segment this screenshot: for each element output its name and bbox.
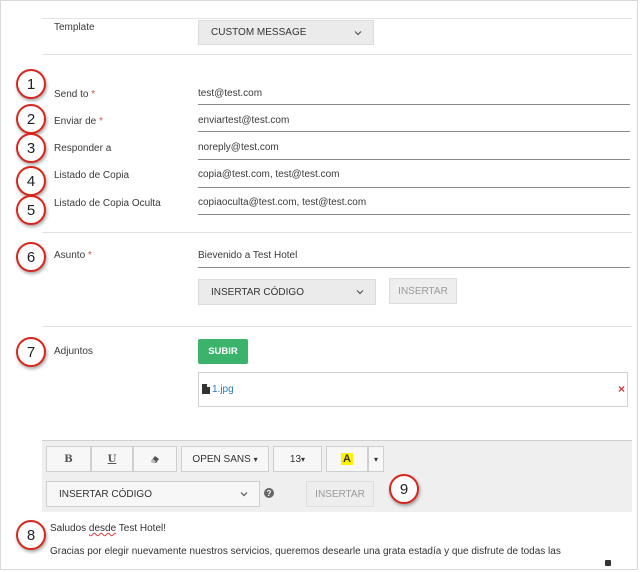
font-size-select[interactable]: 13 ▾ [273,446,322,472]
editor-line-body[interactable]: Gracias por elegir nuevamente nuestros s… [50,546,620,557]
underline-button[interactable]: U [91,446,133,472]
subject-insert-button[interactable]: INSERTAR [389,278,457,304]
recipients-divider [42,232,632,233]
adjuntos-label: Adjuntos [54,346,93,357]
subject-divider [42,326,632,327]
responder-a-field[interactable]: noreply@test.com [198,142,279,153]
remove-attachment-icon[interactable]: × [618,382,625,396]
template-select[interactable]: CUSTOM MESSAGE [198,20,374,45]
send-to-label: Send to * [54,89,96,100]
template-selected: CUSTOM MESSAGE [211,27,307,38]
size-caret-icon: ▾ [301,454,306,464]
top-divider [42,18,632,19]
listado-copia-oculta-underline [198,214,630,215]
callout-badge-5: 5 [16,195,46,225]
template-divider [42,54,632,55]
send-to-underline [198,104,630,105]
enviar-de-label: Enviar de * [54,116,103,127]
callout-badge-6: 6 [16,242,46,272]
bold-button[interactable]: B [46,446,91,472]
file-icon [202,384,210,394]
asunto-label: Asunto * [54,250,92,261]
callout-badge-4: 4 [16,166,46,196]
callout-badge-2: 2 [16,104,46,134]
editor-insert-code-label: INSERTAR CÓDIGO [59,488,152,500]
callout-badge-9: 9 [389,474,419,504]
listado-copia-oculta-label: Listado de Copia Oculta [54,198,161,209]
listado-copia-field[interactable]: copia@test.com, test@test.com [198,169,339,180]
responder-a-label: Responder a [54,143,112,154]
asunto-underline [198,267,630,268]
font-size-label: 13 [289,453,302,465]
subject-insert-code-select[interactable]: INSERTAR CÓDIGO [198,279,376,305]
chevron-down-icon [240,492,248,497]
listado-copia-oculta-field[interactable]: copiaoculta@test.com, test@test.com [198,197,366,208]
callout-badge-8: 8 [16,520,46,550]
font-family-label: OPEN SANS [192,453,251,465]
enviar-de-underline [198,131,630,132]
subject-insert-code-label: INSERTAR CÓDIGO [211,286,304,298]
enviar-de-field[interactable]: enviartest@test.com [198,115,289,126]
template-label: Template [54,22,95,33]
eraser-icon [151,456,159,463]
listado-copia-underline [198,187,630,188]
send-to-field[interactable]: test@test.com [198,88,262,99]
text-color-dropdown[interactable]: ▾ [368,446,384,472]
font-caret-icon: ▾ [253,454,258,464]
font-family-select[interactable]: OPEN SANS ▾ [181,446,269,472]
editor-insert-button[interactable]: INSERTAR [306,481,374,507]
callout-badge-7: 7 [16,337,46,367]
editor-line-greeting[interactable]: Saludos desde Test Hotel! [50,523,166,534]
upload-button[interactable]: SUBIR [198,339,248,364]
attachment-list: 1.jpg × [198,372,628,407]
attachment-file-link[interactable]: 1.jpg [212,384,234,395]
callout-badge-1: 1 [16,69,46,99]
editor-insert-code-select[interactable]: INSERTAR CÓDIGO [46,481,260,507]
listado-copia-label: Listado de Copia [54,170,130,181]
responder-a-underline [198,159,630,160]
text-color-button[interactable]: A [326,446,368,472]
callout-badge-3: 3 [16,133,46,163]
clear-format-button[interactable] [133,446,177,472]
scroll-handle[interactable] [605,560,611,566]
chevron-down-icon [354,30,362,35]
asunto-field[interactable]: Bievenido a Test Hotel [198,250,297,261]
chevron-down-icon [356,290,364,295]
help-icon[interactable]: ? [264,488,274,498]
text-color-icon: A [341,453,353,465]
